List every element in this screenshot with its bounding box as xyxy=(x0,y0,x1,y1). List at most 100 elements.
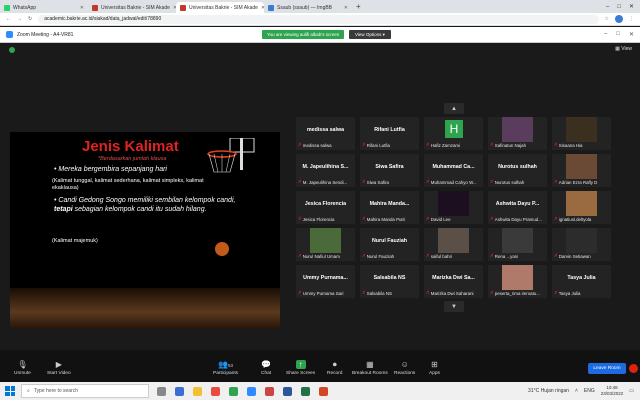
edge-icon[interactable] xyxy=(175,386,184,396)
participant-tile[interactable]: Nurotus sulhah ✗ Nurotus sulhah xyxy=(488,154,547,187)
muted-mic-icon: ✗ xyxy=(554,179,558,184)
muted-mic-icon: ✗ xyxy=(554,253,558,258)
browser-tab[interactable]: WhatsApp ✕ xyxy=(0,2,88,13)
chevron-up-icon[interactable]: ˄ xyxy=(575,388,578,394)
whatsapp-icon[interactable] xyxy=(229,386,238,396)
view-options-button[interactable]: View Options ▾ xyxy=(349,30,391,39)
participant-tile[interactable]: Nurul Fauziah ✗ Nurul Fauziah xyxy=(360,228,419,261)
meeting-toolbar: 🎙 Unmute ▶ Start Video 👥53 Participants 💬 Ch… xyxy=(0,350,640,382)
word-icon[interactable] xyxy=(283,386,292,396)
participant-gallery: medissa salwa ✗ medissa salwa Rifani Lutfia… xyxy=(296,117,615,338)
participant-label: ✗ Muhammad Cahyo W... xyxy=(426,179,477,185)
record-button[interactable]: ⏺ Record xyxy=(327,360,342,376)
menu-icon[interactable]: ⋮ xyxy=(629,16,634,22)
participant-tile[interactable]: Ashwita Dayu P... ✗ Ashwita Dayu Pramud... xyxy=(488,191,547,224)
task-view-icon[interactable] xyxy=(157,386,166,396)
zoom-icon[interactable] xyxy=(247,386,256,396)
participant-display-name: Ummy Purnama... xyxy=(303,275,348,281)
participant-tile[interactable]: Salsabila NS ✗ Salsabila NS xyxy=(360,265,419,298)
participant-tile[interactable]: Ummy Purnama... ✗ Ummy Purnama Sari xyxy=(296,265,355,298)
maximize-icon[interactable]: □ xyxy=(616,31,620,38)
participant-tile[interactable]: ✗ peserta_rima imroatu... xyxy=(488,265,547,298)
muted-mic-icon: ✗ xyxy=(490,290,494,295)
file-explorer-icon[interactable] xyxy=(193,386,202,396)
participant-tile[interactable]: Mahira Manda... ✗ Mahira Manda Putri xyxy=(360,191,419,224)
muted-mic-icon: ✗ xyxy=(362,142,366,147)
record-icon: ⏺ xyxy=(332,360,337,369)
close-tab-icon[interactable]: ✕ xyxy=(80,5,84,11)
url-field[interactable]: academic.bakrie.ac.id/siakad/data_jadwal… xyxy=(38,14,599,24)
participant-label: ✗ Ashwita Dayu Pramud... xyxy=(490,216,542,222)
close-icon[interactable]: ✕ xyxy=(629,3,634,10)
participant-tile[interactable]: medissa salwa ✗ medissa salwa xyxy=(296,117,355,150)
chat-button[interactable]: 💬 Chat xyxy=(261,360,271,376)
view-button[interactable]: ▦ View xyxy=(615,46,632,52)
participant-tile[interactable]: ✗ Nurul Nafiul Umam xyxy=(296,228,355,261)
windows-start-icon[interactable] xyxy=(5,386,15,396)
participant-tile[interactable]: Muhammad Ca... ✗ Muhammad Cahyo W... xyxy=(424,154,483,187)
participant-tile[interactable]: ✗ David Lee xyxy=(424,191,483,224)
excel-icon[interactable] xyxy=(301,386,310,396)
participant-display-name: Marizka Dwi Sa... xyxy=(432,275,475,281)
participant-tile[interactable]: ✗ Adrian Ezra Rafly D xyxy=(552,154,611,187)
participants-button[interactable]: 👥53 Participants xyxy=(213,360,238,376)
clock[interactable]: 10:48 23/03/2022 xyxy=(601,385,624,397)
apps-icon: ⊞ xyxy=(431,360,438,369)
participant-tile[interactable]: Rifani Lutfia ✗ Rifani Lutfia xyxy=(360,117,419,150)
profile-avatar[interactable] xyxy=(615,15,623,23)
reload-icon[interactable]: ↻ xyxy=(28,16,32,22)
minimize-icon[interactable]: – xyxy=(606,4,609,10)
participant-tile[interactable]: ✗ saiful bahri xyxy=(424,228,483,261)
share-screen-button[interactable]: ↑ Share Screen xyxy=(286,360,315,376)
close-icon[interactable]: ✕ xyxy=(629,31,634,38)
maximize-icon[interactable]: □ xyxy=(617,4,621,10)
participant-tile[interactable]: ✗ Safinatun Najah xyxy=(488,117,547,150)
slide-note-1: (Kalimat tunggal, kalimat sederhana, kal… xyxy=(52,178,204,191)
reactions-button[interactable]: ☺ Reactions xyxy=(394,360,415,376)
meeting-area: ▦ View Jenis Kalimat *Berdasarkan jumlah… xyxy=(0,44,640,350)
participant-tile[interactable]: Jesica Florencia ✗ Jesica Florencia xyxy=(296,191,355,224)
start-video-button[interactable]: ▶ Start Video xyxy=(47,360,71,376)
back-icon[interactable]: ← xyxy=(6,16,11,22)
participant-tile[interactable]: Marizka Dwi Sa... ✗ Marizka Dwi Saharani xyxy=(424,265,483,298)
participant-tile[interactable]: H ✗ Hafiz Zamzami xyxy=(424,117,483,150)
breakout-rooms-icon: ▦ xyxy=(366,360,374,369)
participant-label: ✗ Salsabila NS xyxy=(362,290,392,296)
notifications-icon[interactable]: ▭ xyxy=(629,388,634,394)
participant-tile[interactable]: Siwa Safira ✗ Siwa Safira xyxy=(360,154,419,187)
scroll-up-arrow[interactable]: ▲ xyxy=(444,103,464,114)
lang-indicator[interactable]: ENG xyxy=(584,388,595,394)
muted-mic-icon: ✗ xyxy=(298,179,302,184)
participant-tile[interactable]: ✗ ignatiusl.deltyola xyxy=(552,191,611,224)
taskbar-search-field[interactable]: ⌕ Type here to search xyxy=(21,384,149,398)
chrome-icon[interactable] xyxy=(211,386,220,396)
browser-tab[interactable]: Universitas Bakrie - SIM Akade ✕ xyxy=(176,2,264,13)
new-tab-icon[interactable]: + xyxy=(352,2,365,13)
pinned-apps xyxy=(157,386,328,396)
browser-tab[interactable]: Universitas Bakrie - SIM Akade ✕ xyxy=(88,2,176,13)
security-shield-icon[interactable] xyxy=(9,47,15,53)
breakout-rooms-button[interactable]: ▦ Breakout Rooms xyxy=(352,360,388,376)
participant-label: ✗ peserta_rima imroatu... xyxy=(490,290,540,296)
powerpoint-icon[interactable] xyxy=(319,386,328,396)
unmute-button[interactable]: 🎙 Unmute xyxy=(14,360,31,376)
participant-display-name: Nurul Fauziah xyxy=(371,238,408,244)
leave-room-button[interactable]: Leave Room xyxy=(588,363,626,374)
participant-tile[interactable]: Tasya Julia ✗ Tasya Julia xyxy=(552,265,611,298)
participant-tile[interactable]: ✗ Darvin Setiawan xyxy=(552,228,611,261)
office-icon[interactable] xyxy=(265,386,274,396)
apps-button[interactable]: ⊞ Apps xyxy=(429,360,440,376)
participant-tile[interactable]: ✗ Sisaana Hia xyxy=(552,117,611,150)
browser-tab[interactable]: Ssaub (ssaub) — ImgBB ✕ xyxy=(264,2,352,13)
star-icon[interactable]: ☆ xyxy=(605,16,609,22)
participant-label: ✗ ignatiusl.deltyola xyxy=(554,216,592,222)
favicon-icon xyxy=(92,4,98,11)
close-tab-icon[interactable]: ✕ xyxy=(344,5,348,11)
minimize-icon[interactable]: – xyxy=(604,31,607,38)
participant-tile[interactable]: ✗ Rena ...yani xyxy=(488,228,547,261)
forward-icon[interactable]: → xyxy=(17,16,22,22)
participant-label: ✗ Ummy Purnama Sari xyxy=(298,290,344,296)
reactions-icon: ☺ xyxy=(400,360,409,369)
participant-tile[interactable]: M. Japeulihina S... ✗ M. Japeulihina Sendi… xyxy=(296,154,355,187)
weather-text[interactable]: 31°C Hujan ringan xyxy=(528,388,569,394)
